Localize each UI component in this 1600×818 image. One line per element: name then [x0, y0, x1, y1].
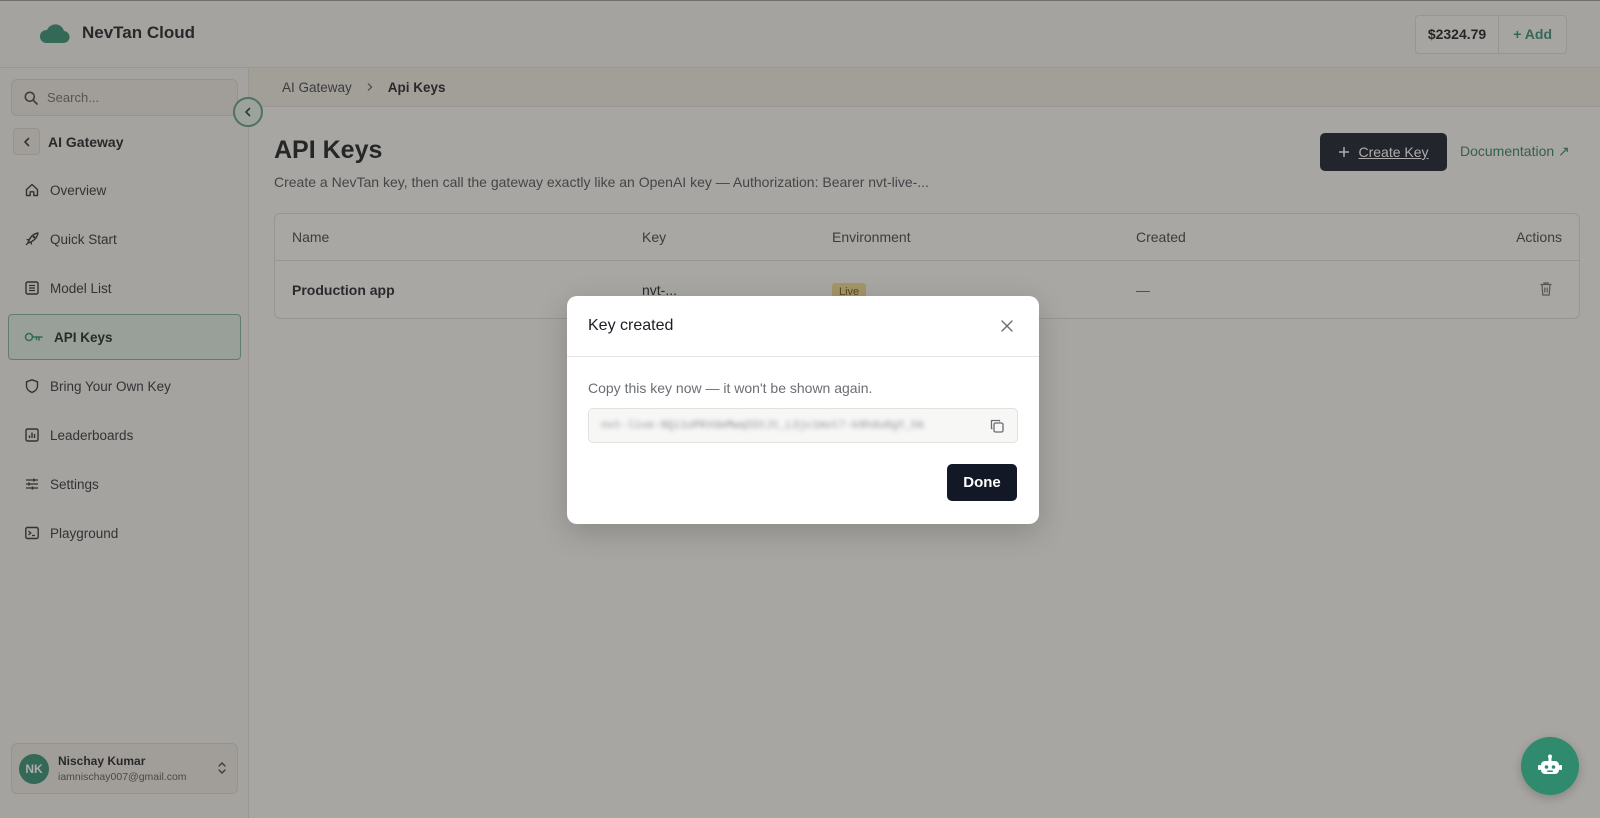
close-icon[interactable]: [999, 318, 1015, 334]
dialog-title: Key created: [588, 317, 674, 334]
key-created-dialog: Key created Copy this key now — it won't…: [567, 296, 1039, 524]
dialog-header: Key created: [567, 296, 1039, 357]
robot-icon: [1538, 754, 1562, 774]
api-key-value: nvt-live-9Qi1oPKVdeMwq55tJt_L3jc1mvt7-k9…: [601, 419, 925, 432]
done-button[interactable]: Done: [947, 464, 1017, 501]
copy-icon[interactable]: [989, 418, 1005, 434]
api-key-field[interactable]: nvt-live-9Qi1oPKVdeMwq55tJt_L3jc1mvt7-k9…: [588, 408, 1018, 443]
dialog-message: Copy this key now — it won't be shown ag…: [588, 380, 873, 396]
assistant-chat-button[interactable]: [1521, 737, 1579, 795]
